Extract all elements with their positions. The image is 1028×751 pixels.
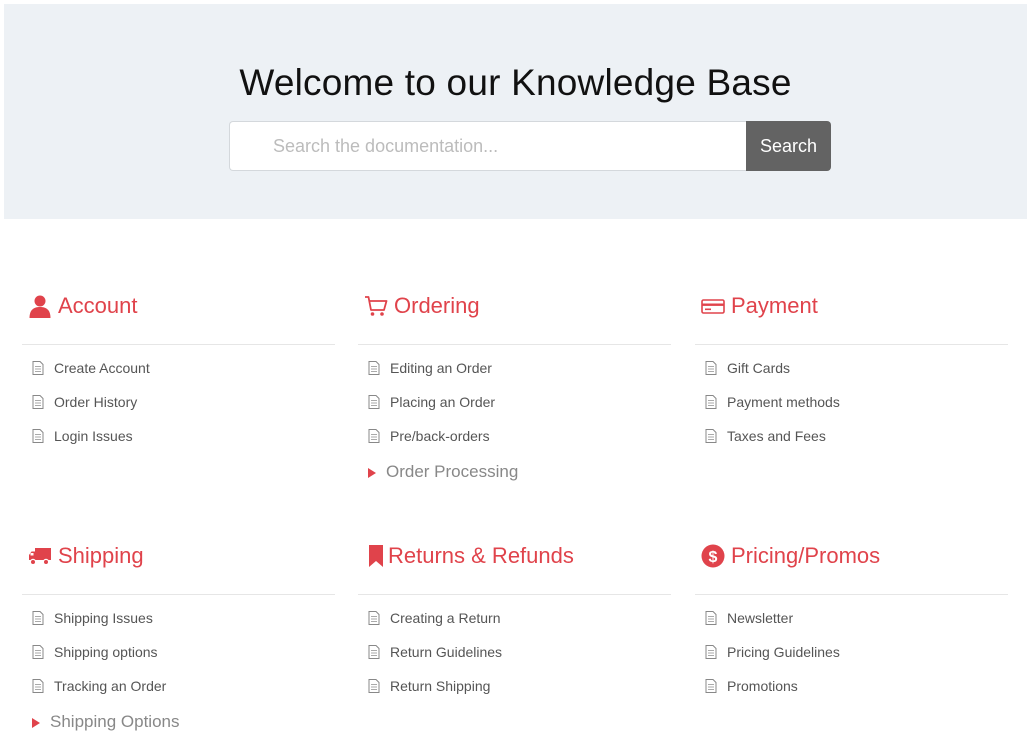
- category-returns-refunds: Returns & Refunds Creating a Return Retu…: [358, 544, 671, 694]
- document-icon: [32, 395, 44, 409]
- category-header: Account: [22, 294, 335, 345]
- article-label: Tracking an Order: [54, 678, 167, 694]
- category-pricing-promos: $ Pricing/Promos Newsletter Pricing Guid…: [695, 544, 1008, 694]
- page-title: Welcome to our Knowledge Base: [239, 62, 792, 103]
- article-label: Payment methods: [727, 394, 840, 410]
- document-icon: [32, 645, 44, 659]
- document-icon: [705, 679, 717, 693]
- article-label: Pre/back-orders: [390, 428, 490, 444]
- cart-icon: [364, 294, 388, 318]
- category-header: $ Pricing/Promos: [695, 544, 1008, 595]
- article-label: Pricing Guidelines: [727, 644, 840, 660]
- document-icon: [368, 611, 380, 625]
- truck-icon: [28, 544, 52, 568]
- document-icon: [32, 361, 44, 375]
- document-icon: [368, 645, 380, 659]
- category-title[interactable]: Pricing/Promos: [731, 544, 880, 568]
- category-header: Ordering: [358, 294, 671, 345]
- article-label: Shipping Issues: [54, 610, 153, 626]
- category-title[interactable]: Shipping: [58, 544, 144, 568]
- subcategory-label: Order Processing: [386, 462, 519, 481]
- document-icon: [368, 679, 380, 693]
- user-icon: [28, 294, 52, 318]
- document-icon: [705, 429, 717, 443]
- category-shipping: Shipping Shipping Issues Shipping option…: [22, 544, 335, 731]
- bookmark-icon: [364, 544, 388, 568]
- category-ordering: Ordering Editing an Order Placing an Ord…: [358, 294, 671, 481]
- search-input[interactable]: [229, 121, 746, 171]
- category-title[interactable]: Ordering: [394, 294, 480, 318]
- article-label: Promotions: [727, 678, 798, 694]
- category-title[interactable]: Payment: [731, 294, 818, 318]
- document-icon: [705, 361, 717, 375]
- caret-right-icon: [368, 468, 376, 478]
- search-button[interactable]: Search: [746, 121, 831, 171]
- article-label: Placing an Order: [390, 394, 496, 410]
- document-icon: [32, 611, 44, 625]
- article-label: Order History: [54, 394, 138, 410]
- subcategory-label: Shipping Options: [50, 712, 180, 731]
- document-icon: [705, 645, 717, 659]
- svg-text:$: $: [709, 549, 718, 566]
- document-icon: [705, 611, 717, 625]
- article-label: Shipping options: [54, 644, 158, 660]
- article-label: Login Issues: [54, 428, 133, 444]
- article-label: Newsletter: [727, 610, 794, 626]
- article-label: Editing an Order: [390, 360, 492, 376]
- category-account: Account Create Account Order History Log…: [22, 294, 335, 444]
- category-title[interactable]: Returns & Refunds: [388, 544, 574, 568]
- document-icon: [32, 679, 44, 693]
- document-icon: [705, 395, 717, 409]
- article-label: Creating a Return: [390, 610, 501, 626]
- article-label: Return Guidelines: [390, 644, 503, 660]
- document-icon: [368, 361, 380, 375]
- document-icon: [32, 429, 44, 443]
- category-payment: Payment Gift Cards Payment methods Taxes…: [695, 294, 1008, 444]
- caret-right-icon: [32, 718, 40, 728]
- dollar-circle-icon: $: [701, 544, 725, 568]
- article-label: Create Account: [54, 360, 150, 376]
- article-label: Taxes and Fees: [727, 428, 826, 444]
- document-icon: [368, 395, 380, 409]
- category-header: Shipping: [22, 544, 335, 595]
- category-header: Payment: [695, 294, 1008, 345]
- document-icon: [368, 429, 380, 443]
- credit-card-icon: [701, 294, 725, 318]
- article-label: Return Shipping: [390, 678, 491, 694]
- hero-banner: Welcome to our Knowledge Base Search: [4, 4, 1027, 219]
- search-form: Search: [229, 121, 831, 171]
- category-title[interactable]: Account: [58, 294, 138, 318]
- article-label: Gift Cards: [727, 360, 791, 376]
- category-header: Returns & Refunds: [358, 544, 671, 595]
